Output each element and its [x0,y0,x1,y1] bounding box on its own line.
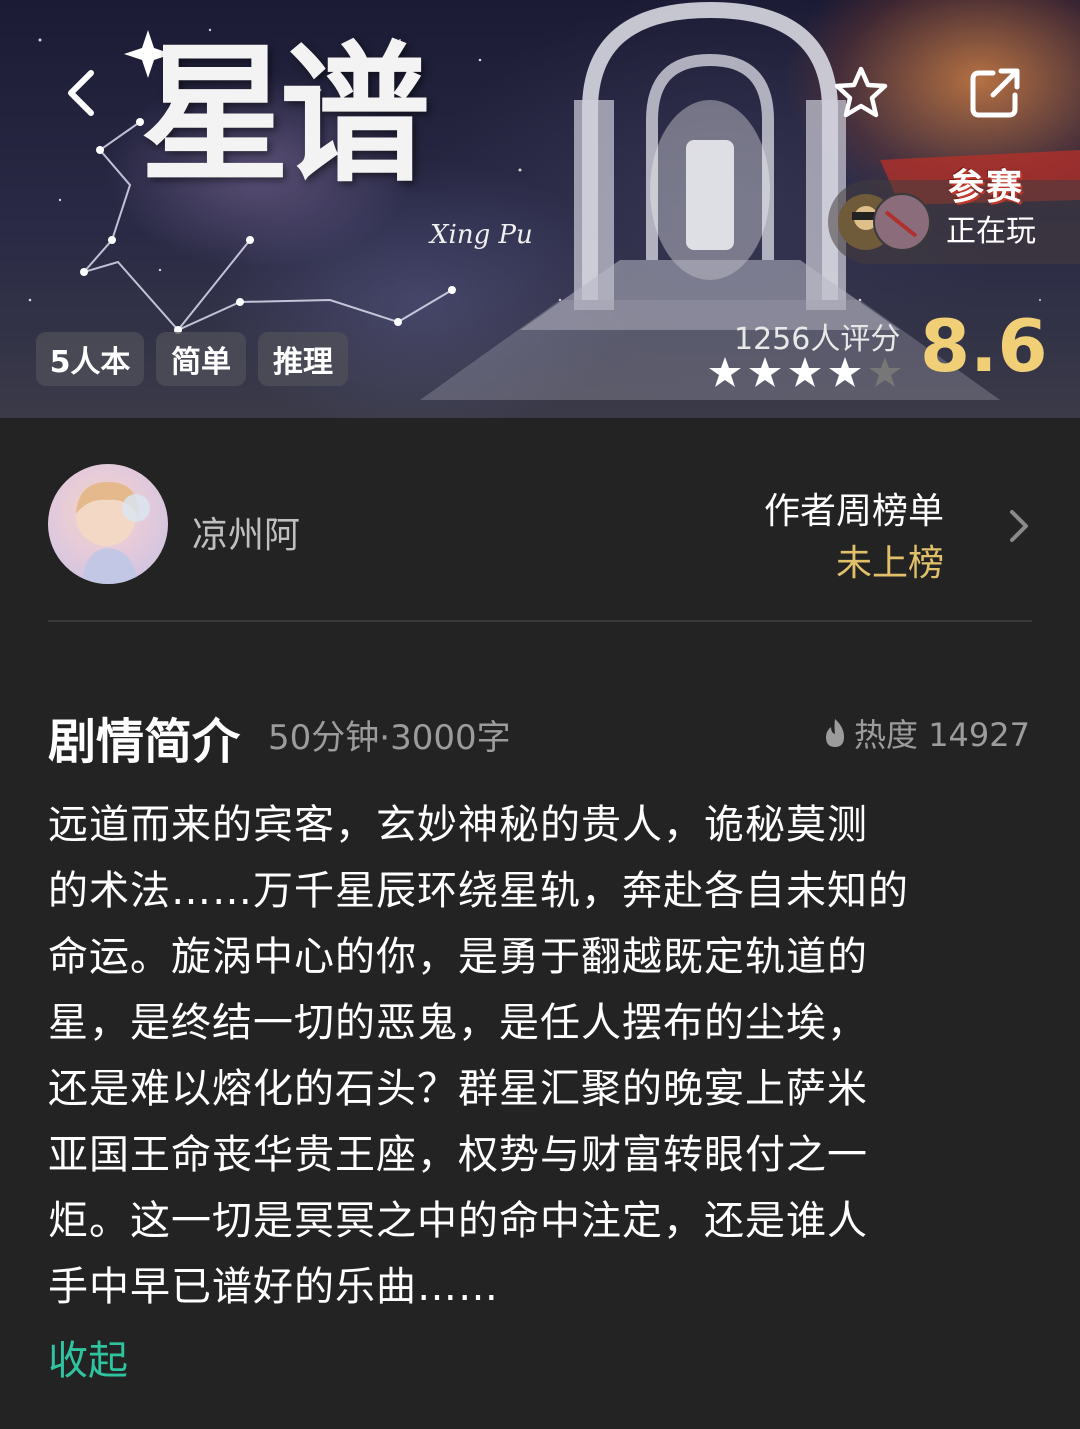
rating-count: 1256人评分 [734,322,901,357]
synopsis-line: 命运。旋涡中心的你，是勇于翻越既定轨道的 [48,934,868,980]
star-filled-icon [749,357,781,387]
synopsis-line: 远道而来的宾客，玄妙神秘的贵人，诡秘莫测 [48,802,868,848]
author-name[interactable]: 凉州阿 [192,506,300,558]
synopsis-line: 手中早已谱好的乐曲…… [48,1264,499,1310]
share-icon [970,68,1020,118]
star-outline-icon [834,66,888,118]
rating-stars [708,356,902,388]
rating-score: 8.6 [920,304,1048,388]
synopsis-line: 亚国王命丧华贵王座，权势与财富转眼付之一 [48,1132,868,1178]
share-button[interactable] [960,58,1030,128]
cover-title-char-1: 星谱 [140,40,430,190]
star-filled-icon [829,357,861,387]
synopsis-meta: 50分钟·3000字 [268,718,511,758]
synopsis-line: 炬。这一切是冥冥之中的命中注定，还是谁人 [48,1198,868,1244]
cover-title: 星谱 [140,27,430,203]
synopsis-body: 远道而来的宾客，玄妙神秘的贵人，诡秘莫测 的术法……万千星辰环绕星轨，奔赴各自未… [48,792,1038,1320]
weekly-rank-status: 未上榜 [836,543,945,584]
chevron-left-icon [68,70,94,116]
tag-genre[interactable]: 推理 [258,332,348,386]
synopsis-line: 还是难以熔化的石头？群星汇聚的晚宴上萨米 [48,1066,868,1112]
divider [48,620,1032,622]
contest-badge: 参赛 [948,166,1025,208]
back-button[interactable] [46,58,116,128]
cover-banner: 星谱 Xing Pu 参赛 正在玩 5人本 简单 推理 1256人评分 8.6 [0,0,1080,418]
collapse-button[interactable]: 收起 [48,1328,128,1386]
flame-icon [826,719,845,747]
synopsis-line: 星，是终结一切的恶鬼，是任人摆布的尘埃， [48,1000,868,1046]
weekly-rank-title: 作者周榜单 [764,491,945,532]
heat-label: 热度 14927 [854,716,1030,754]
chevron-right-icon [1010,510,1028,542]
synopsis-title: 剧情简介 [48,714,241,770]
cover-title-romanized: Xing Pu [430,220,533,250]
star-filled-icon [789,357,821,387]
star-filled-icon [709,357,741,387]
favorite-button[interactable] [826,58,896,128]
tag-player-count[interactable]: 5人本 [36,332,144,386]
author-avatar[interactable] [48,464,168,584]
avatar-illustration [76,482,150,584]
tag-difficulty[interactable]: 简单 [156,332,246,386]
now-playing-label: 正在玩 [946,214,1036,249]
heat-indicator: 热度 14927 [822,710,1030,756]
synopsis-line: 的术法……万千星辰环绕星轨，奔赴各自未知的 [48,868,909,914]
star-empty-icon [869,357,901,387]
player-avatars [838,193,931,251]
